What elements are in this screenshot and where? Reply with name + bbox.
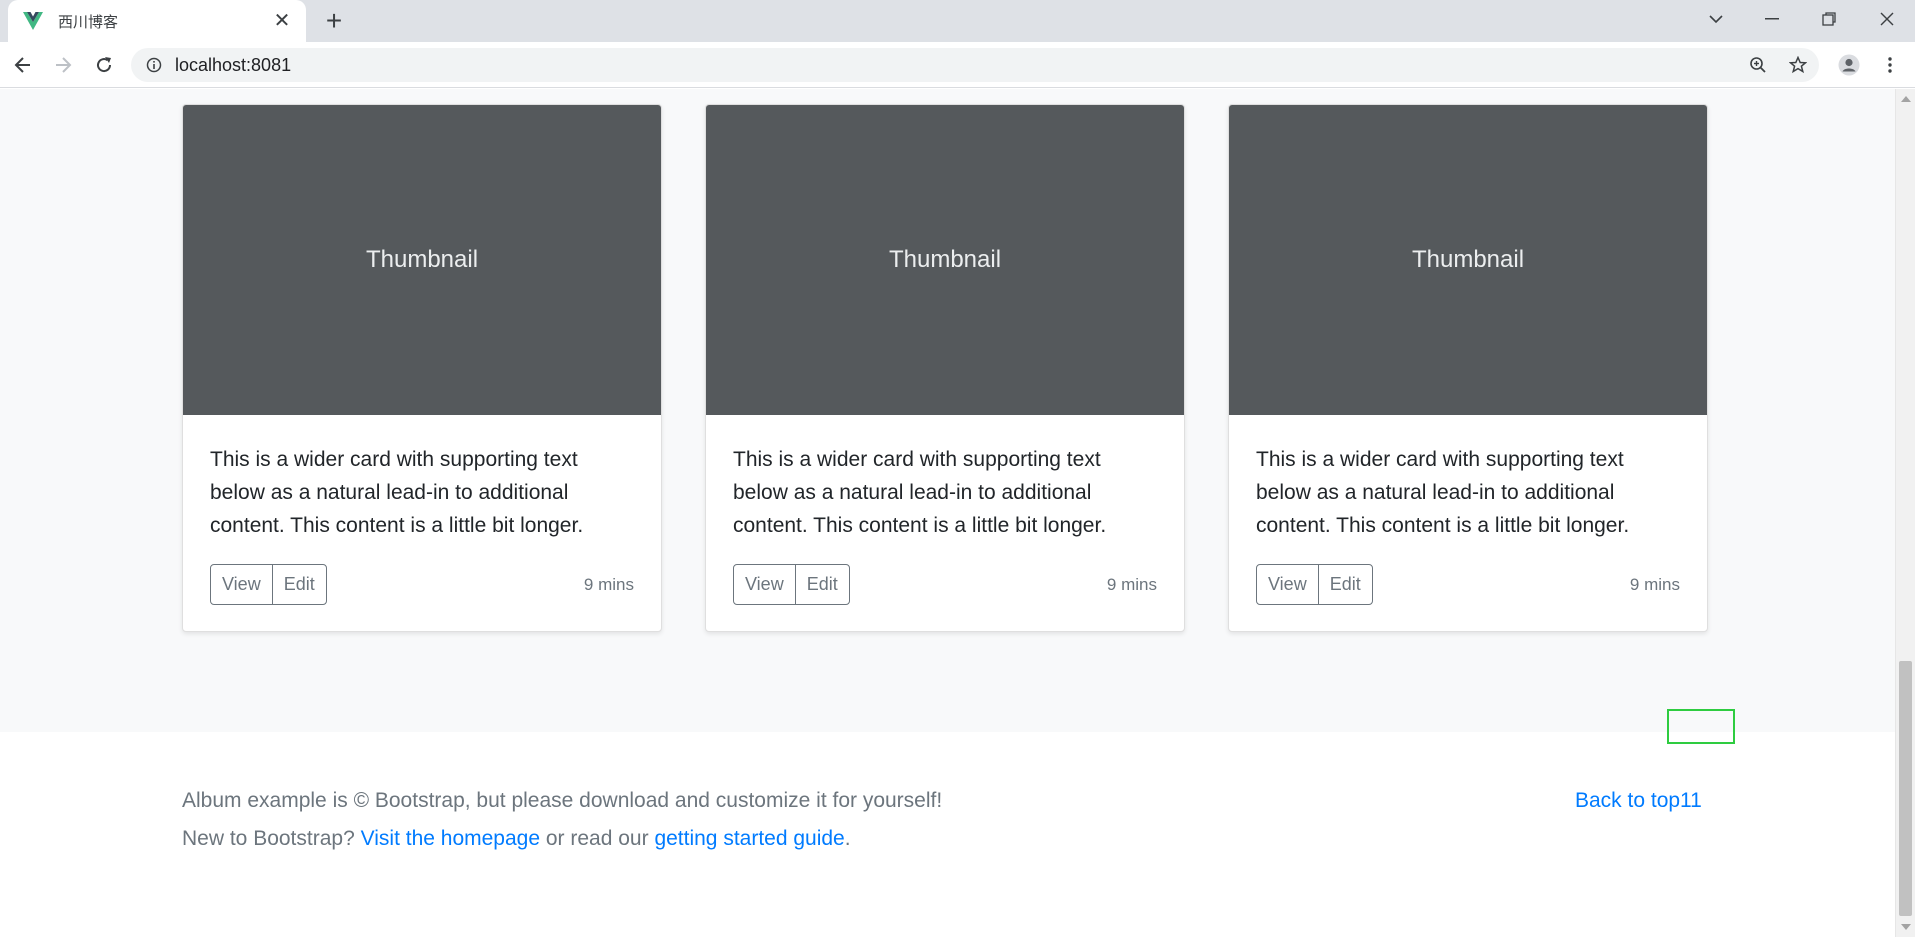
card-body: This is a wider card with supporting tex…	[1229, 415, 1707, 605]
view-button[interactable]: View	[1256, 564, 1319, 605]
card-thumbnail: Thumbnail	[183, 105, 661, 415]
view-button[interactable]: View	[733, 564, 796, 605]
zoom-icon[interactable]	[1742, 49, 1774, 81]
card-button-group: View Edit	[1256, 564, 1373, 605]
address-bar[interactable]: localhost:8081	[131, 48, 1819, 82]
browser-tabstrip: 西川博客 ✕ +	[0, 0, 1915, 42]
edit-button[interactable]: Edit	[1317, 564, 1373, 605]
page-scrollbar[interactable]	[1895, 89, 1915, 937]
card-text: This is a wider card with supporting tex…	[733, 448, 1107, 537]
album-card: Thumbnail This is a wider card with supp…	[1228, 104, 1708, 632]
tab-close-icon[interactable]: ✕	[270, 9, 294, 33]
card-time: 9 mins	[1629, 574, 1680, 594]
footer-links-line: New to Bootstrap? Visit the homepage or …	[182, 827, 851, 851]
album-card: Thumbnail This is a wider card with supp…	[182, 104, 662, 632]
card-text: This is a wider card with supporting tex…	[210, 448, 584, 537]
homepage-link[interactable]: Visit the homepage	[361, 827, 540, 850]
kebab-menu-icon[interactable]	[1874, 49, 1906, 81]
profile-avatar-icon[interactable]	[1833, 49, 1865, 81]
card-actions: View Edit 9 mins	[1256, 564, 1680, 605]
card-actions: View Edit 9 mins	[210, 564, 634, 605]
site-info-icon[interactable]	[145, 56, 163, 74]
card-button-group: View Edit	[210, 564, 327, 605]
forward-arrow-icon[interactable]	[47, 49, 79, 81]
reload-icon[interactable]	[88, 49, 120, 81]
footer-copyright: Album example is © Bootstrap, but please…	[182, 789, 943, 812]
album-section: Thumbnail This is a wider card with supp…	[0, 89, 1895, 732]
restore-icon[interactable]	[1802, 0, 1856, 38]
card-body: This is a wider card with supporting tex…	[183, 415, 661, 605]
getting-started-link[interactable]: getting started guide	[654, 827, 844, 850]
view-button[interactable]: View	[210, 564, 273, 605]
vue-logo-icon	[22, 10, 44, 32]
scroll-down-arrow-icon[interactable]	[1900, 921, 1912, 933]
footer-or-read: or read our	[545, 827, 649, 850]
url-text: localhost:8081	[175, 54, 292, 75]
new-tab-plus-icon[interactable]: +	[318, 6, 350, 38]
card-time: 9 mins	[1106, 574, 1157, 594]
bookmark-star-icon[interactable]	[1782, 49, 1814, 81]
edit-button[interactable]: Edit	[794, 564, 850, 605]
tab-title: 西川博客	[58, 12, 119, 31]
card-actions: View Edit 9 mins	[733, 564, 1157, 605]
page-footer: Album example is © Bootstrap, but please…	[0, 732, 1895, 937]
minimize-icon[interactable]	[1745, 0, 1799, 38]
back-to-top-link[interactable]: Back to top11	[1575, 789, 1702, 813]
browser-tab[interactable]: 西川博客 ✕	[8, 0, 306, 42]
back-arrow-icon[interactable]	[7, 49, 39, 81]
page-viewport: Thumbnail This is a wider card with supp…	[0, 89, 1895, 937]
footer-period: .	[844, 827, 851, 850]
browser-toolbar: localhost:8081	[0, 42, 1915, 88]
scroll-up-arrow-icon[interactable]	[1900, 93, 1912, 105]
card-time: 9 mins	[583, 574, 634, 594]
card-button-group: View Edit	[733, 564, 850, 605]
footer-new-to: New to Bootstrap?	[182, 827, 355, 850]
window-close-icon[interactable]	[1860, 0, 1914, 38]
album-card: Thumbnail This is a wider card with supp…	[705, 104, 1185, 632]
tab-search-chevron-icon[interactable]	[1689, 0, 1743, 38]
scroll-thumb[interactable]	[1899, 661, 1912, 916]
card-thumbnail: Thumbnail	[1229, 105, 1707, 415]
card-text: This is a wider card with supporting tex…	[1256, 448, 1630, 537]
card-thumbnail: Thumbnail	[706, 105, 1184, 415]
card-body: This is a wider card with supporting tex…	[706, 415, 1184, 605]
edit-button[interactable]: Edit	[271, 564, 327, 605]
